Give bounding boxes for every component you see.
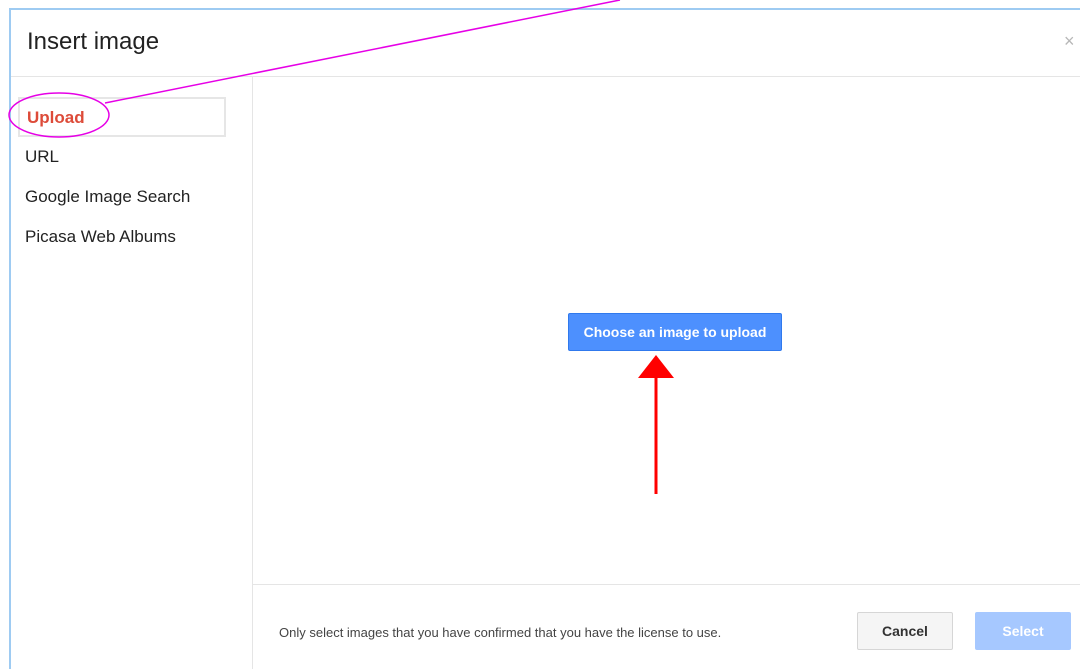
insert-image-dialog: Insert image × Upload URL Google Image S…	[9, 8, 1080, 669]
cancel-button[interactable]: Cancel	[857, 612, 953, 650]
screen: Insert image × Upload URL Google Image S…	[0, 0, 1080, 669]
license-note: Only select images that you have confirm…	[279, 625, 722, 640]
sidebar-item-picasa-web-albums[interactable]: Picasa Web Albums	[25, 223, 176, 251]
source-sidebar: Upload URL Google Image Search Picasa We…	[11, 77, 253, 669]
choose-image-button[interactable]: Choose an image to upload	[568, 313, 782, 351]
footer-divider	[253, 584, 1080, 585]
sidebar-item-upload[interactable]: Upload	[18, 97, 226, 137]
sidebar-item-google-image-search[interactable]: Google Image Search	[25, 183, 190, 211]
sidebar-item-url[interactable]: URL	[25, 143, 59, 171]
dialog-title: Insert image	[27, 28, 160, 55]
select-button[interactable]: Select	[975, 612, 1071, 650]
close-icon[interactable]: ×	[1064, 31, 1075, 51]
